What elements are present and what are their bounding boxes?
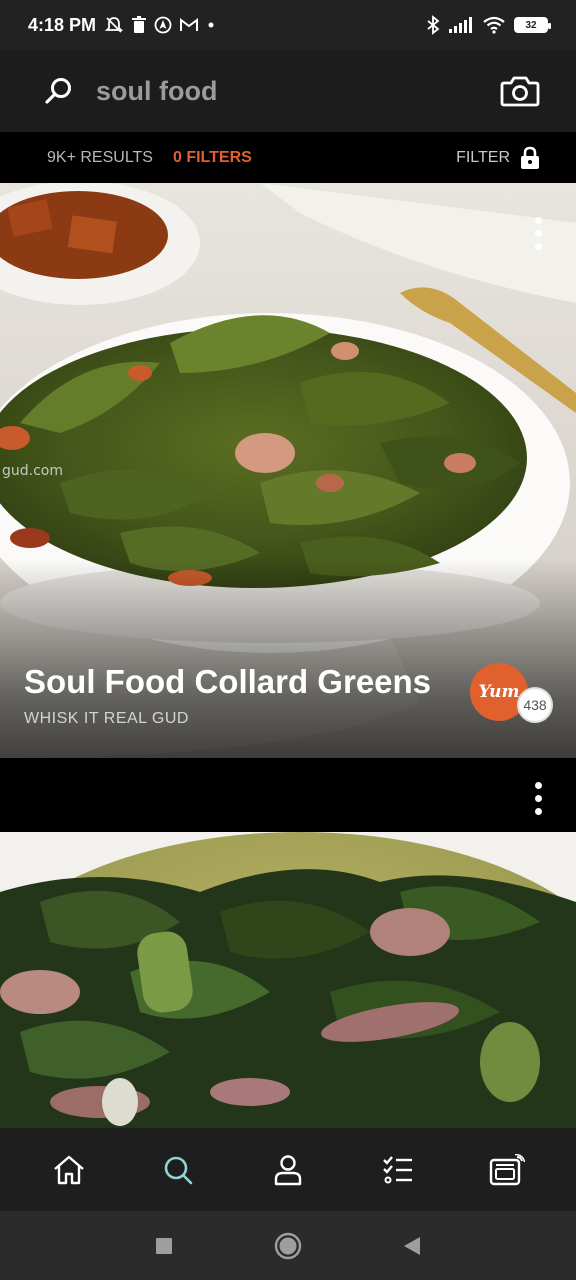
yum-badge-label: Yum [478,682,520,702]
recipe-title[interactable]: Soul Food Collard Greens [24,663,431,701]
bluetooth-icon [427,15,440,35]
navigation-icon [154,16,172,34]
checklist-icon[interactable] [382,1155,414,1185]
signal-icon [449,17,472,33]
more-dot-icon [534,807,542,815]
status-time: 4:18 PM [28,14,97,35]
card-separator [0,758,576,832]
more-options-button[interactable] [526,211,550,255]
search-icon[interactable] [162,1154,194,1186]
bottom-nav [0,1128,576,1211]
gmail-icon [180,18,199,31]
photo-watermark: gud.com [2,463,63,479]
more-dot-icon [534,781,542,789]
camera-icon[interactable] [500,75,540,107]
more-dot-icon [534,794,542,802]
camera-button[interactable] [498,69,542,113]
trash-icon [132,16,147,33]
results-bar: 9K+ RESULTS 0 FILTERS FILTER [0,132,576,183]
results-count: 9K+ RESULTS [47,148,153,166]
status-right: 32 [426,15,551,35]
mute-bell-icon [104,17,124,33]
recipe-card[interactable]: gud.com Soul Food Collard Greens WHISK I… [0,183,576,758]
back-icon[interactable] [402,1235,422,1257]
profile-icon[interactable] [273,1154,303,1186]
status-bar: 4:18 PM 32 [0,0,576,50]
status-notification-icons [104,15,216,35]
nav-shopping-list[interactable] [368,1140,428,1200]
system-nav [0,1211,576,1280]
battery-level: 32 [525,19,537,31]
filter-button-label: FILTER [456,148,510,166]
more-options-button[interactable] [526,776,550,820]
recipe-source[interactable]: WHISK IT REAL GUD [24,710,189,728]
more-dot-icon [534,242,542,250]
dot-icon [208,22,214,28]
home-icon[interactable] [52,1154,86,1186]
nav-home[interactable] [39,1140,99,1200]
search-icon[interactable] [44,76,74,106]
more-dot-icon [534,216,542,224]
nav-smart-appliance[interactable] [477,1140,537,1200]
search-input[interactable]: soul food [96,76,498,107]
search-bar[interactable]: soul food [0,50,576,132]
more-dot-icon [534,229,542,237]
oven-icon[interactable] [489,1153,526,1186]
filter-button[interactable]: FILTER [456,146,540,170]
nav-profile[interactable] [258,1140,318,1200]
yum-count: 438 [517,687,553,723]
home-button-icon[interactable] [274,1232,302,1260]
recents-icon[interactable] [154,1236,174,1256]
recipe-card[interactable] [0,832,576,1128]
recipe-photo[interactable] [0,832,576,1128]
card-overlay [0,558,576,758]
lock-icon [521,146,539,169]
nav-search[interactable] [148,1140,208,1200]
wifi-icon [483,16,505,34]
filters-count[interactable]: 0 FILTERS [173,149,252,167]
status-left: 4:18 PM [28,15,216,36]
battery-icon: 32 [514,17,551,33]
